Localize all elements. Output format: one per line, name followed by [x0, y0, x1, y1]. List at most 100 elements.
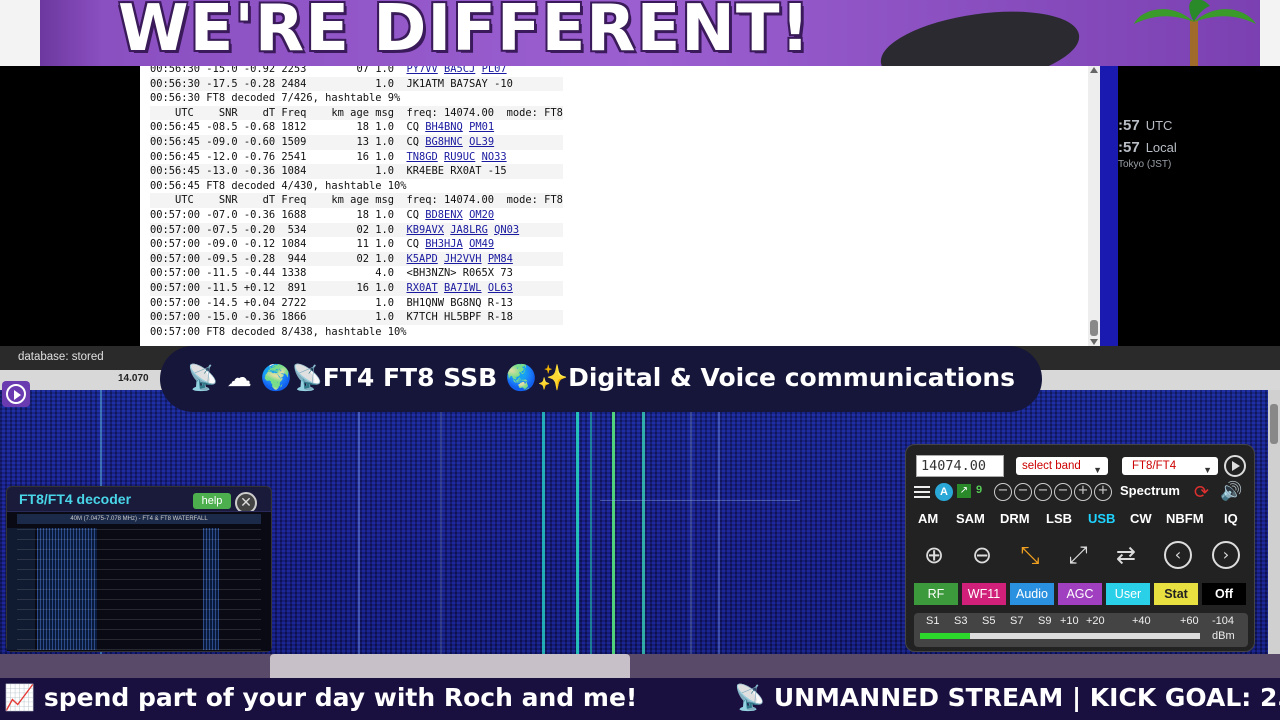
- log-line: 00:56:45 -08.5 -0.68 1812 18 1.0 CQ BH4B…: [150, 120, 563, 135]
- frequency-input[interactable]: 14074.00: [916, 455, 1004, 477]
- banner-whale-graphic: [876, 0, 1084, 66]
- callsign-link[interactable]: PM84: [488, 253, 513, 265]
- mode-button-drm[interactable]: DRM: [1000, 511, 1030, 526]
- webcam-strip: [0, 654, 1280, 678]
- waterfall-play-button[interactable]: [2, 381, 30, 407]
- preview-grid: [17, 528, 261, 650]
- scroll-up-icon[interactable]: [1090, 67, 1098, 73]
- zoom-max-icon[interactable]: ⤢: [1062, 539, 1094, 571]
- log-line: 00:56:30 FT8 decoded 7/426, hashtable 9%: [150, 91, 563, 106]
- log-text: 00:57:00 -14.5 +0.04 2722 1.0 BH1QNW BG8…: [150, 296, 513, 309]
- plus-circle-icon[interactable]: +: [1074, 483, 1092, 501]
- tab-agc[interactable]: AGC: [1058, 583, 1102, 605]
- log-line: 00:56:45 FT8 decoded 4/430, hashtable 10…: [150, 178, 563, 194]
- chevron-right-icon[interactable]: ›: [1212, 541, 1240, 569]
- play-button[interactable]: [1224, 455, 1246, 477]
- local-clock: :57 Local: [1118, 139, 1177, 157]
- waterfall-trace: [718, 390, 720, 654]
- s-meter: S1 S3 S5 S7 S9 +10 +20 +40 +60 -104 dBm: [914, 613, 1248, 647]
- plus-circle-icon[interactable]: +: [1094, 483, 1112, 501]
- scroll-thumb[interactable]: [1090, 320, 1098, 336]
- ft8-log-panel[interactable]: 00:56:30 -15.0 -0.92 2253 07 1.0 PY7VV B…: [140, 66, 1098, 346]
- callsign-link[interactable]: PM01: [469, 121, 494, 133]
- clock-panel: :57 UTC :57 Local Tokyo (JST): [1118, 66, 1280, 346]
- refresh-icon[interactable]: ⟳: [1194, 482, 1209, 503]
- zoom-out-icon[interactable]: ⊖: [966, 539, 998, 571]
- minus-circle-icon[interactable]: −: [1034, 483, 1052, 501]
- top-banner: WE'RE DIFFERENT!: [0, 0, 1280, 66]
- external-link-icon[interactable]: ↗: [957, 484, 971, 498]
- waterfall-scrollbar[interactable]: [1268, 390, 1280, 654]
- callsign-link[interactable]: BH4BNQ: [425, 121, 463, 133]
- log-line: 00:57:00 -11.5 -0.44 1338 4.0 <BH3NZN> R…: [150, 266, 563, 281]
- callsign-link[interactable]: PY7VV: [406, 66, 437, 75]
- s-meter-label: S1: [926, 615, 940, 627]
- callsign-link[interactable]: NO33: [482, 151, 507, 163]
- callsign-link[interactable]: BG8HNC: [425, 136, 463, 148]
- tab-stat[interactable]: Stat: [1154, 583, 1198, 605]
- minus-circle-icon[interactable]: −: [1014, 483, 1032, 501]
- scroll-down-icon[interactable]: [1090, 339, 1098, 345]
- s-meter-label: S7: [1010, 615, 1024, 627]
- chevron-down-icon: ▼: [1203, 465, 1212, 475]
- s-meter-label: -104: [1212, 615, 1235, 627]
- callsign-link[interactable]: BA5CJ: [444, 66, 475, 75]
- callsign-link[interactable]: BD8ENX: [425, 209, 463, 221]
- mode-select[interactable]: FT8/FT4 ▼: [1122, 457, 1218, 475]
- tab-off[interactable]: Off: [1202, 583, 1246, 605]
- mode-button-cw[interactable]: CW: [1130, 511, 1152, 526]
- callsign-link[interactable]: QN03: [494, 224, 519, 236]
- callsign-link[interactable]: TN8GD: [406, 151, 437, 163]
- speaker-icon[interactable]: 🔊: [1220, 481, 1242, 502]
- callsign-link[interactable]: JA8LRG: [450, 224, 488, 236]
- timezone-label: Tokyo (JST): [1118, 159, 1172, 170]
- log-text: 00:56:30 -15.0 -0.92 2253 07 1.0: [150, 66, 407, 75]
- mode-button-iq[interactable]: IQ: [1224, 511, 1238, 526]
- callsign-link[interactable]: OM20: [469, 209, 494, 221]
- banner-edge-left: [0, 0, 40, 66]
- decoder-help-button[interactable]: help: [193, 493, 231, 509]
- zoom-in-icon[interactable]: ⊕: [918, 539, 950, 571]
- utc-time: :57: [1118, 117, 1140, 134]
- a-badge[interactable]: A: [935, 483, 953, 501]
- log-text: 00:56:45 -12.0 -0.76 2541 16 1.0: [150, 150, 407, 163]
- log-scrollbar[interactable]: [1088, 66, 1100, 346]
- callsign-link[interactable]: PL07: [482, 66, 507, 75]
- callsign-link[interactable]: JH2VVH: [444, 253, 482, 265]
- band-select[interactable]: select band ▼: [1016, 457, 1108, 475]
- tab-user[interactable]: User: [1106, 583, 1150, 605]
- minus-circle-icon[interactable]: −: [994, 483, 1012, 501]
- callsign-link[interactable]: K5APD: [406, 253, 437, 265]
- callsign-link[interactable]: OL63: [488, 282, 513, 294]
- chevron-left-icon[interactable]: ‹: [1164, 541, 1192, 569]
- callsign-link[interactable]: KB9AVX: [406, 224, 444, 236]
- frequency-marker: 14.070: [118, 373, 149, 384]
- waterfall-trace: [542, 390, 545, 654]
- tab-wf11[interactable]: WF11: [962, 583, 1006, 605]
- hamburger-menu-icon[interactable]: [914, 483, 930, 499]
- mode-button-lsb[interactable]: LSB: [1046, 511, 1072, 526]
- mode-button-nbfm[interactable]: NBFM: [1166, 511, 1204, 526]
- zoom-fit-icon[interactable]: ⤡: [1014, 539, 1046, 571]
- tab-audio[interactable]: Audio: [1010, 583, 1054, 605]
- mode-button-usb[interactable]: USB: [1088, 511, 1115, 526]
- mode-button-am[interactable]: AM: [918, 511, 938, 526]
- callsign-link[interactable]: OL39: [469, 136, 494, 148]
- webcam-image: [270, 654, 630, 678]
- callsign-link[interactable]: BA7IWL: [444, 282, 482, 294]
- callsign-link[interactable]: RU9UC: [444, 151, 475, 163]
- ft8-decoder-window[interactable]: FT8/FT4 decoder help ✕ 40M (7.0475-7.078…: [6, 486, 272, 652]
- dbm-unit: dBm: [1212, 630, 1235, 642]
- log-line: 00:57:00 -14.5 +0.04 2722 1.0 BH1QNW BG8…: [150, 295, 563, 311]
- log-text: 00:57:00 -11.5 +0.12 891 16 1.0: [150, 281, 407, 294]
- mode-button-sam[interactable]: SAM: [956, 511, 985, 526]
- callsign-link[interactable]: OM49: [469, 238, 494, 250]
- callsign-link[interactable]: RX0AT: [406, 282, 437, 294]
- callsign-link[interactable]: BH3HJA: [425, 238, 463, 250]
- minus-circle-icon[interactable]: −: [1054, 483, 1072, 501]
- swap-icon[interactable]: ⇄: [1110, 539, 1142, 571]
- tab-rf[interactable]: RF: [914, 583, 958, 605]
- spectrum-button[interactable]: Spectrum: [1120, 483, 1180, 498]
- chevron-down-icon: ▼: [1093, 465, 1102, 475]
- scroll-thumb[interactable]: [1270, 404, 1278, 444]
